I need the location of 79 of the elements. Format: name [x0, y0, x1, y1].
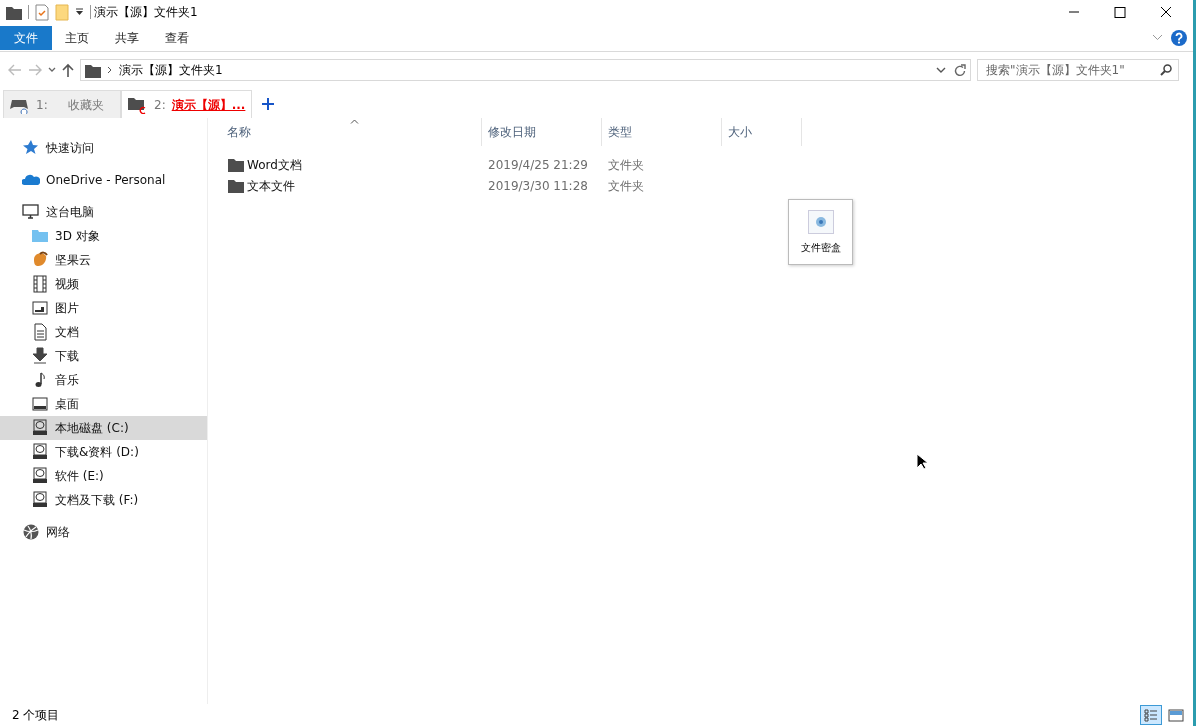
sidebar-item[interactable]: 本地磁盘 (C:): [0, 416, 207, 440]
sidebar-item[interactable]: 软件 (E:): [0, 464, 207, 488]
modified-date: 2019/3/30 11:28: [488, 178, 588, 193]
dropdown-icon[interactable]: [936, 66, 946, 74]
search-icon: [1160, 64, 1172, 76]
folder-icon: [228, 178, 244, 193]
column-header[interactable]: 名称: [226, 118, 482, 146]
drive-icon: [31, 467, 49, 485]
folder-tab[interactable]: 1: 收藏夹: [3, 90, 121, 118]
drive-icon: [31, 443, 49, 461]
sidebar-item[interactable]: OneDrive - Personal: [0, 168, 207, 192]
item-count: 2 个项目: [12, 707, 60, 724]
sidebar-item[interactable]: 视频: [0, 272, 207, 296]
maximize-icon[interactable]: [1114, 6, 1126, 18]
ribbon-tab[interactable]: 共享: [102, 25, 152, 50]
folder-icon: [6, 4, 22, 20]
ribbon-tab[interactable]: 主页: [52, 25, 102, 50]
column-header[interactable]: 类型: [602, 118, 722, 146]
tab-number: 2:: [154, 96, 166, 114]
refresh-icon[interactable]: [954, 63, 966, 77]
tab-label: 演示【源】...: [171, 96, 246, 114]
sidebar-item[interactable]: 3D 对象: [0, 224, 207, 248]
sidebar-item[interactable]: 图片: [0, 296, 207, 320]
sidebar-item[interactable]: 文档: [0, 320, 207, 344]
close-icon[interactable]: [1160, 6, 1172, 18]
document-icon: [31, 323, 49, 341]
sidebar-item[interactable]: 桌面: [0, 392, 207, 416]
modified-date: 2019/4/25 21:29: [488, 157, 588, 172]
sidebar-item[interactable]: 快速访问: [0, 136, 207, 160]
details-view-button[interactable]: [1140, 705, 1162, 725]
picture-icon: [31, 299, 49, 317]
floating-widget[interactable]: 文件密盒: [788, 199, 853, 265]
address-bar[interactable]: 演示【源】文件夹1: [80, 59, 971, 81]
dropdown-icon[interactable]: [75, 8, 84, 16]
sidebar-item[interactable]: 这台电脑: [0, 200, 207, 224]
mouse-cursor-icon: [916, 453, 927, 470]
computer-icon: [22, 203, 40, 221]
sort-ascending-icon: [349, 119, 359, 124]
sidebar-item[interactable]: 音乐: [0, 368, 207, 392]
column-header[interactable]: 大小: [722, 118, 802, 146]
file-name[interactable]: Word文档: [247, 155, 302, 174]
widget-label: 文件密盒: [800, 241, 841, 255]
drive-icon: [31, 419, 49, 437]
search-field[interactable]: 搜索"演示【源】文件夹1": [977, 59, 1179, 81]
expand-ribbon-icon[interactable]: [1152, 34, 1163, 41]
tab-label: 收藏夹: [67, 96, 104, 114]
star-icon: [22, 139, 40, 157]
properties-icon[interactable]: [35, 3, 49, 21]
folder-icon: [31, 227, 49, 245]
file-type: 文件夹: [608, 178, 644, 193]
breadcrumb[interactable]: 演示【源】文件夹1: [119, 61, 223, 79]
help-icon[interactable]: [1171, 29, 1187, 46]
file-type: 文件夹: [608, 157, 644, 172]
up-icon[interactable]: [62, 63, 74, 77]
ribbon-tab[interactable]: 查看: [152, 25, 202, 50]
sidebar-item[interactable]: 下载: [0, 344, 207, 368]
tab-number: 1:: [36, 96, 48, 114]
film-icon: [31, 275, 49, 293]
network-icon: [22, 523, 40, 541]
folder-icon: [128, 95, 148, 114]
lens-icon: [807, 210, 834, 234]
ribbon-tab[interactable]: 文件: [0, 25, 52, 50]
desktop-icon: [31, 395, 49, 413]
sidebar-item[interactable]: 网络: [0, 520, 207, 544]
chevron-icon: [107, 66, 113, 74]
sidebar-item[interactable]: 文档及下载 (F:): [0, 488, 207, 512]
sidebar-item[interactable]: 坚果云: [0, 248, 207, 272]
acorn-icon: [31, 251, 49, 269]
drive-icon: [31, 491, 49, 509]
file-name[interactable]: 文本文件: [247, 176, 295, 195]
column-header[interactable]: 修改日期: [482, 118, 602, 146]
window-title: 演示【源】文件夹1: [94, 4, 199, 21]
recent-locations-icon[interactable]: [48, 67, 56, 73]
folder-icon: [228, 157, 244, 172]
new-tab-icon[interactable]: [262, 98, 275, 110]
sidebar-item[interactable]: 下载&资料 (D:): [0, 440, 207, 464]
download-icon: [31, 347, 49, 365]
folder-tab[interactable]: 2: 演示【源】...: [121, 90, 253, 118]
folder-icon: [85, 62, 101, 78]
